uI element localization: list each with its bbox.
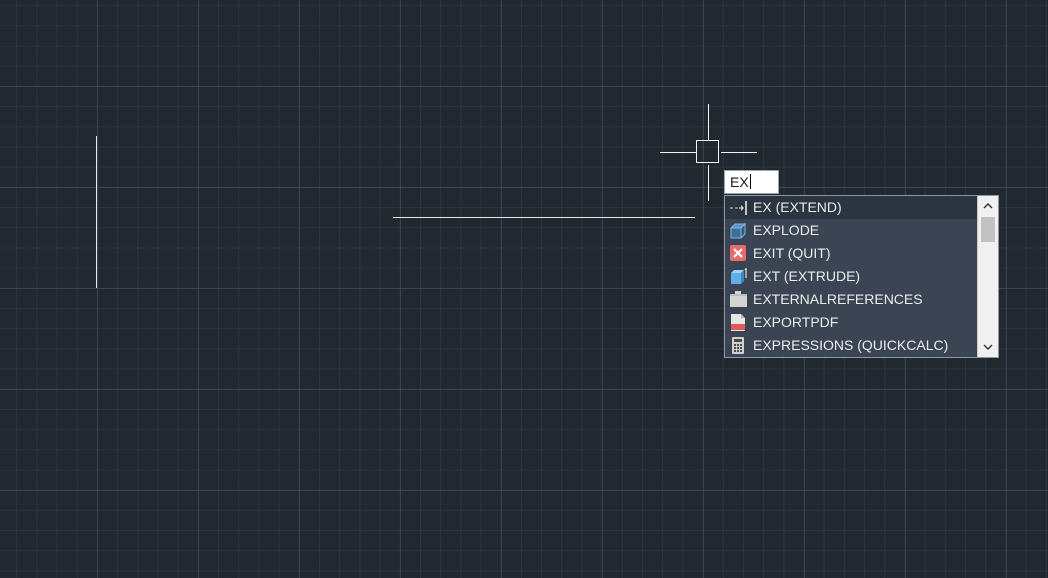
dynamic-command-input[interactable]: EX (724, 170, 779, 194)
crosshair-right-arm (721, 152, 757, 153)
pdf-icon (731, 314, 745, 331)
pickbox (696, 140, 719, 163)
scrollbar-track[interactable] (981, 217, 995, 336)
command-input-text: EX (730, 174, 749, 190)
autocomplete-item-label: EX (EXTEND) (753, 199, 842, 215)
autocomplete-item-label: EXT (EXTRUDE) (753, 268, 861, 284)
chevron-up-icon (983, 203, 993, 209)
autocomplete-item-explode[interactable]: EXPLODE (725, 219, 977, 242)
scroll-down-button[interactable] (978, 337, 998, 357)
autocomplete-item-extend[interactable]: EX (EXTEND) (725, 196, 977, 219)
vertical-line-segment[interactable] (96, 136, 97, 288)
autocomplete-item-label: EXPLODE (753, 222, 820, 238)
text-caret (749, 174, 751, 189)
autocomplete-scrollbar[interactable] (977, 196, 998, 357)
autocomplete-item-externalreferences[interactable]: EXTERNALREFERENCES (725, 288, 977, 311)
autocomplete-item-expressions[interactable]: EXPRESSIONS (QUICKCALC) (725, 334, 977, 357)
crosshair-left-arm (660, 152, 696, 153)
scrollbar-thumb[interactable] (981, 217, 995, 242)
autocomplete-item-exit[interactable]: EXIT (QUIT) (725, 242, 977, 265)
autocomplete-item-extrude[interactable]: EXT (EXTRUDE) (725, 265, 977, 288)
explode-icon (729, 222, 747, 239)
autocomplete-item-label: EXPORTPDF (753, 314, 839, 330)
calculator-icon (732, 337, 744, 354)
autocomplete-item-label: EXPRESSIONS (QUICKCALC) (753, 337, 949, 353)
extrude-icon (731, 268, 747, 284)
exit-icon (730, 245, 746, 261)
extend-icon (730, 201, 747, 215)
autocomplete-items: EX (EXTEND) EXPLODE EXIT (QUIT) EXT (EXT… (725, 196, 977, 357)
horizontal-line-segment[interactable] (393, 217, 695, 218)
autocomplete-item-exportpdf[interactable]: EXPORTPDF (725, 311, 977, 334)
crosshair-top-arm (708, 104, 709, 140)
autocomplete-item-label: EXTERNALREFERENCES (753, 291, 923, 307)
command-autocomplete-list[interactable]: EX (EXTEND) EXPLODE EXIT (QUIT) EXT (EXT… (724, 195, 999, 358)
chevron-down-icon (983, 344, 993, 350)
autocomplete-item-label: EXIT (QUIT) (753, 245, 831, 261)
external-references-icon (730, 291, 747, 307)
drawing-canvas[interactable]: EX EX (EXTEND) EXPLODE EXIT (QUIT) EXT (… (0, 0, 1048, 578)
crosshair-bottom-arm (708, 165, 709, 201)
scroll-up-button[interactable] (978, 196, 998, 216)
